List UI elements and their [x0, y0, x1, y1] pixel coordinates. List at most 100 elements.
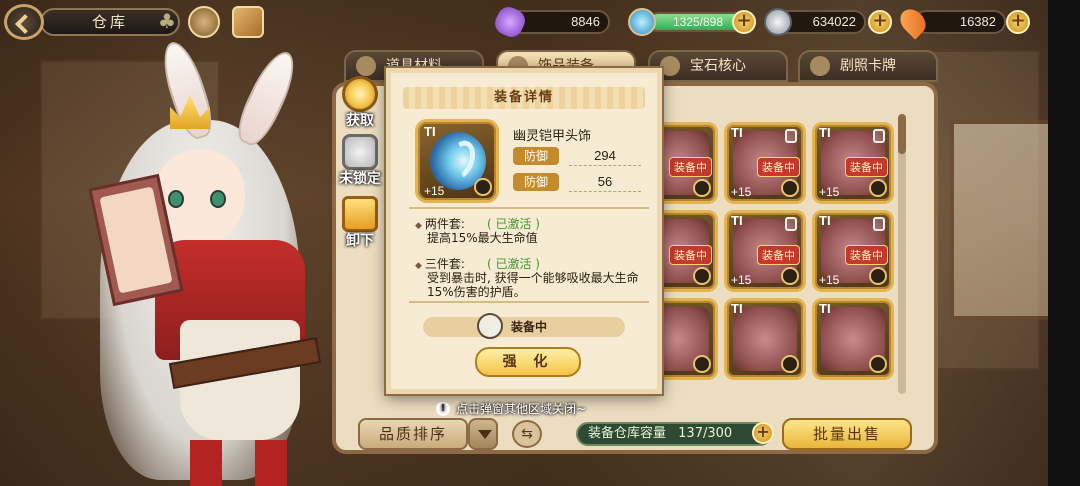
- set-name: 三件套:: [415, 257, 465, 271]
- lock-icon: [873, 217, 885, 231]
- carrot-counter: 16382: [914, 10, 1006, 34]
- back-button[interactable]: [4, 4, 44, 40]
- add-stamina-button[interactable]: +: [732, 10, 756, 34]
- item-plus: +15: [424, 184, 445, 198]
- lock-label: 未锁定: [339, 171, 381, 187]
- silver-coin-icon: [764, 8, 792, 36]
- unequip-icon: [342, 196, 378, 232]
- set-status: ( 已激活 ): [487, 257, 540, 271]
- set-bonus-3: 三件套: ( 已激活 ): [415, 255, 635, 271]
- stat-label: 防御: [513, 147, 559, 165]
- star-icon: [869, 179, 887, 197]
- item-icon: TI +15: [415, 119, 499, 203]
- window-frame: [950, 120, 1060, 320]
- inventory-slot[interactable]: TI 装备中 +15: [724, 122, 806, 204]
- tab-cards[interactable]: 剧照卡牌: [798, 50, 938, 82]
- equipment-detail-modal: 装备详情 TI +15 幽灵铠甲头饰 防御 294 防御 56 两件套: ( 已…: [386, 68, 662, 394]
- info-icon: !: [436, 402, 450, 416]
- tab-gem-core[interactable]: 宝石核心: [648, 50, 788, 82]
- compass-icon[interactable]: [188, 6, 220, 38]
- carrot-value: 16382: [959, 14, 996, 29]
- inventory-scrollbar[interactable]: [898, 114, 906, 394]
- magnifier-icon: [342, 76, 378, 112]
- close-hint-text: 点击弹窗其他区域关闭~: [456, 402, 587, 416]
- swap-order-button[interactable]: ⇆: [512, 420, 542, 448]
- screen-edge: [1048, 0, 1080, 486]
- lock-toggle-button[interactable]: 未锁定: [332, 134, 388, 194]
- stat-row: 防御 56: [513, 173, 641, 195]
- character-leg: [190, 440, 222, 486]
- equipped-status: 装备中: [423, 313, 625, 339]
- character-eye: [168, 190, 184, 208]
- set-desc: 提高15%最大生命值: [427, 231, 538, 245]
- item-name: 幽灵铠甲头饰: [513, 129, 592, 144]
- enhance-button[interactable]: 强 化: [475, 347, 581, 377]
- set-desc: 受到暴击时, 获得一个能够吸收最大生命15%伤害的护盾。: [427, 271, 639, 299]
- slot-plus: +15: [819, 273, 840, 287]
- slot-plus: +15: [731, 273, 752, 287]
- inventory-slot[interactable]: TI: [724, 298, 806, 380]
- star-icon: [869, 355, 887, 373]
- modal-header: 装备详情: [403, 87, 645, 109]
- slot-plus: +15: [819, 185, 840, 199]
- capacity-label: 装备仓库容量: [588, 426, 667, 441]
- set-status: ( 已激活 ): [487, 217, 540, 231]
- tab-label: 宝石核心: [690, 58, 746, 74]
- scroll-thumb[interactable]: [898, 114, 906, 154]
- inventory-slot[interactable]: TI 装备中 +15: [812, 122, 894, 204]
- divider: [409, 301, 649, 303]
- top-bar: 仓库 ♣ 8846 1325/898 + 634022 + 16382 +: [0, 0, 1048, 44]
- slot-tier: TI: [819, 301, 831, 316]
- slot-tier: TI: [731, 213, 743, 228]
- add-carrot-button[interactable]: +: [1006, 10, 1030, 34]
- chevron-down-icon[interactable]: [468, 418, 498, 450]
- unequip-label: 卸下: [346, 233, 374, 249]
- capacity-indicator: 装备仓库容量 137/300: [576, 422, 772, 446]
- character-ear: [230, 45, 304, 151]
- book-page: [99, 186, 173, 294]
- clover-icon: ♣: [158, 9, 176, 33]
- equipped-badge: 装备中: [757, 245, 800, 265]
- inventory-slot[interactable]: TI 装备中 +15: [724, 210, 806, 292]
- lock-icon: [785, 129, 797, 143]
- item-tier: TI: [424, 124, 436, 139]
- sort-quality-button[interactable]: 品质排序: [358, 418, 468, 450]
- star-icon: [693, 179, 711, 197]
- inventory-slot[interactable]: TI 装备中 +15: [812, 210, 894, 292]
- obtain-label: 获取: [346, 113, 374, 129]
- divider: [409, 207, 649, 209]
- modal-title: 装备详情: [493, 90, 554, 105]
- lock-icon: [785, 217, 797, 231]
- slot-tier: TI: [819, 213, 831, 228]
- avatar: [477, 313, 503, 339]
- slot-tier: TI: [731, 125, 743, 140]
- obtain-button[interactable]: 获取: [332, 76, 388, 136]
- star-icon: [781, 355, 799, 373]
- equipped-badge: 装备中: [757, 157, 800, 177]
- star-icon: [693, 355, 711, 373]
- character-leg: [255, 440, 287, 486]
- star-icon: [781, 267, 799, 285]
- equipped-label: 装备中: [511, 320, 548, 334]
- stat-label: 防御: [513, 173, 559, 191]
- add-coin-button[interactable]: +: [868, 10, 892, 34]
- stat-row: 防御 294: [513, 147, 641, 169]
- inventory-slot[interactable]: TI: [812, 298, 894, 380]
- bulk-sell-button[interactable]: 批量出售: [782, 418, 912, 450]
- slot-tier: TI: [731, 301, 743, 316]
- set-bonus-2: 两件套: ( 已激活 ): [415, 215, 635, 231]
- expand-capacity-button[interactable]: +: [752, 422, 774, 444]
- unequip-button[interactable]: 卸下: [332, 196, 388, 256]
- slot-plus: +15: [731, 185, 752, 199]
- equipped-badge: 装备中: [669, 245, 712, 265]
- slot-tier: TI: [819, 125, 831, 140]
- equipped-badge: 装备中: [845, 245, 888, 265]
- character-illustration: [60, 37, 360, 486]
- potion-icon: [628, 8, 656, 36]
- star-icon: [474, 178, 492, 196]
- equipped-badge: 装备中: [845, 157, 888, 177]
- character-eye: [210, 190, 226, 208]
- book-icon[interactable]: [232, 6, 264, 38]
- lock-icon: [873, 129, 885, 143]
- coin-value: 634022: [812, 14, 856, 29]
